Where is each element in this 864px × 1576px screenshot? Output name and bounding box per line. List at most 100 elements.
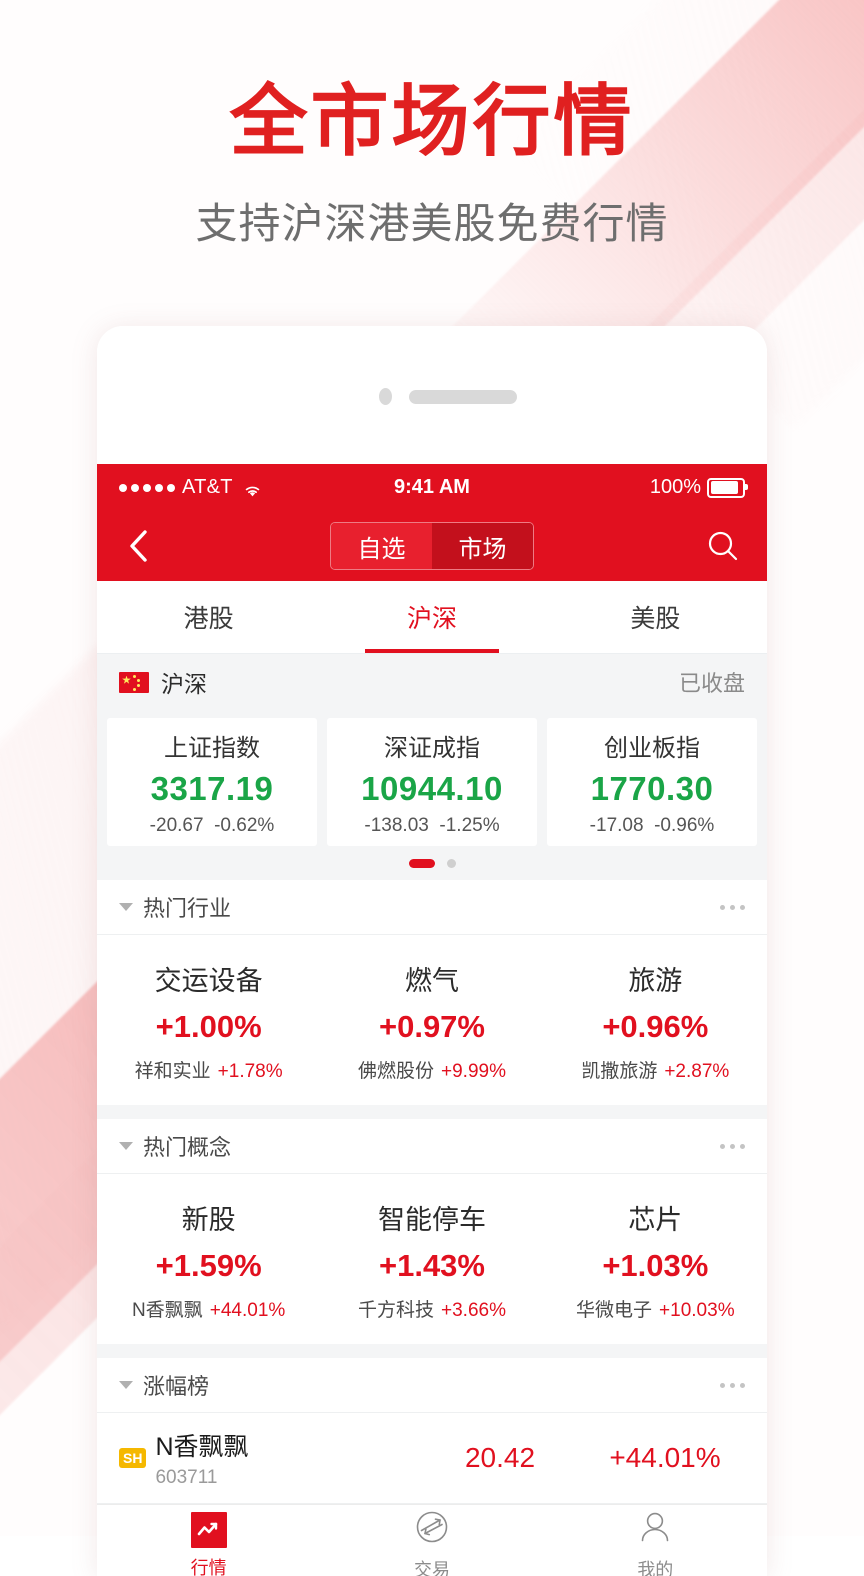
concept-lead-stock: 千方科技 +3.66%: [358, 1295, 506, 1322]
index-value: 1770.30: [591, 770, 714, 808]
concept-name: 芯片: [628, 1198, 682, 1237]
promo-headline: 全市场行情: [0, 82, 864, 160]
industry-cell[interactable]: 交运设备 +1.00% 祥和实业+1.78%: [97, 959, 320, 1083]
stock-name: N香飘飘: [155, 1427, 248, 1463]
more-dots-icon[interactable]: [720, 1144, 745, 1149]
index-card[interactable]: 创业板指 1770.30 -17.08 -0.96%: [547, 718, 757, 846]
section-header-industries[interactable]: 热门行业: [97, 880, 767, 935]
section-title: 热门行业: [143, 891, 231, 923]
nav-bar: 自选 市场: [97, 511, 767, 581]
concept-cell[interactable]: 智能停车 +1.43% 千方科技+3.66%: [320, 1198, 543, 1322]
segment-market[interactable]: 市场: [432, 523, 533, 569]
section-divider: [97, 1344, 767, 1358]
industry-cell[interactable]: 旅游 +0.96% 凯撒旅游+2.87%: [544, 959, 767, 1083]
index-change-pct: -0.62%: [214, 815, 274, 836]
tab-trade[interactable]: 交易: [320, 1505, 543, 1576]
industry-lead-stock: 佛燃股份 +9.99%: [358, 1056, 506, 1083]
index-name: 创业板指: [604, 728, 700, 763]
lead-stock-percent: +9.99%: [441, 1061, 506, 1082]
index-change: -17.08 -0.96%: [590, 815, 715, 837]
front-camera-icon: [379, 388, 392, 405]
concept-grid: 新股 +1.59% N香飘飘+44.01% 智能停车 +1.43% 千方科技+3…: [97, 1174, 767, 1344]
lead-stock-name: 凯撒旅游: [581, 1061, 657, 1082]
section-header-gainers[interactable]: 涨幅榜: [97, 1358, 767, 1413]
concept-cell[interactable]: 新股 +1.59% N香飘飘+44.01%: [97, 1198, 320, 1322]
tab-label: 交易: [414, 1556, 450, 1576]
concept-percent: +1.03%: [602, 1248, 708, 1284]
lead-stock-name: 祥和实业: [135, 1061, 211, 1082]
status-bar-right: 100%: [650, 476, 745, 499]
concept-cell[interactable]: 芯片 +1.03% 华微电子+10.03%: [544, 1198, 767, 1322]
index-section-title: 沪深: [161, 665, 207, 699]
exchange-badge: SH: [119, 1448, 146, 1468]
bottom-tab-bar[interactable]: 行情 交易 我的: [97, 1504, 767, 1576]
exchange-circle-icon: [414, 1509, 450, 1550]
tab-quotes[interactable]: 行情: [97, 1505, 320, 1576]
index-change-abs: -17.08: [590, 815, 644, 836]
carousel-pagination[interactable]: [97, 846, 767, 880]
index-change: -138.03 -1.25%: [364, 815, 499, 837]
index-change-abs: -138.03: [364, 815, 428, 836]
index-name: 上证指数: [164, 728, 260, 763]
lead-stock-name: N香飘飘: [132, 1300, 203, 1321]
wifi-icon: [243, 481, 262, 495]
industry-cell[interactable]: 燃气 +0.97% 佛燃股份+9.99%: [320, 959, 543, 1083]
index-change-pct: -0.96%: [654, 815, 714, 836]
chart-line-icon: [191, 1512, 227, 1548]
index-card[interactable]: 深证成指 10944.10 -138.03 -1.25%: [327, 718, 537, 846]
tab-us-stocks[interactable]: 美股: [544, 581, 767, 653]
battery-percent-label: 100%: [650, 476, 701, 499]
tab-a-shares[interactable]: 沪深: [320, 581, 543, 653]
lead-stock-percent: +1.78%: [218, 1061, 283, 1082]
concept-name: 新股: [182, 1198, 236, 1237]
stock-identity: N香飘飘 603711: [155, 1427, 248, 1489]
industry-name: 交运设备: [155, 959, 263, 998]
section-title: 热门概念: [143, 1130, 231, 1162]
market-tab-bar[interactable]: 港股 沪深 美股: [97, 581, 767, 654]
signal-strength-icon: [119, 484, 175, 492]
earpiece-speaker: [409, 390, 517, 404]
more-dots-icon[interactable]: [720, 1383, 745, 1388]
stock-code: 603711: [155, 1467, 248, 1489]
phone-top-bezel: [97, 326, 767, 464]
chevron-left-icon[interactable]: [121, 529, 155, 563]
stock-price: 20.42: [415, 1442, 585, 1474]
lead-stock-percent: +2.87%: [664, 1061, 729, 1082]
table-row[interactable]: SH N香飘飘 603711 20.42 +44.01%: [97, 1413, 767, 1504]
index-name: 深证成指: [384, 728, 480, 763]
index-change: -20.67 -0.62%: [150, 815, 275, 837]
promo-text-block: 全市场行情 支持沪深港美股免费行情: [0, 0, 864, 245]
pagination-dot-active[interactable]: [409, 859, 435, 868]
industry-percent: +0.97%: [379, 1009, 485, 1045]
lead-stock-percent: +10.03%: [659, 1300, 735, 1321]
search-icon[interactable]: [703, 526, 743, 566]
more-dots-icon[interactable]: [720, 905, 745, 910]
tab-profile[interactable]: 我的: [544, 1505, 767, 1576]
person-icon: [637, 1509, 673, 1550]
china-flag-icon: [119, 672, 149, 693]
index-card-carousel[interactable]: 上证指数 3317.19 -20.67 -0.62% 深证成指 10944.10…: [97, 710, 767, 846]
index-value: 3317.19: [151, 770, 274, 808]
industry-lead-stock: 凯撒旅游 +2.87%: [581, 1056, 729, 1083]
tab-label: 行情: [191, 1554, 227, 1576]
segmented-control[interactable]: 自选 市场: [330, 522, 534, 570]
collapse-triangle-icon[interactable]: [119, 903, 133, 911]
section-header-concepts[interactable]: 热门概念: [97, 1119, 767, 1174]
concept-percent: +1.59%: [156, 1248, 262, 1284]
battery-icon: [707, 478, 745, 498]
carrier-label: AT&T: [182, 476, 233, 499]
lead-stock-name: 千方科技: [358, 1300, 434, 1321]
status-bar: AT&T 9:41 AM 100%: [97, 464, 767, 511]
status-bar-left: AT&T: [119, 476, 262, 499]
collapse-triangle-icon[interactable]: [119, 1142, 133, 1150]
segment-watchlist[interactable]: 自选: [331, 523, 432, 569]
pagination-dot[interactable]: [447, 859, 456, 868]
concept-name: 智能停车: [378, 1198, 486, 1237]
lead-stock-name: 佛燃股份: [358, 1061, 434, 1082]
lead-stock-percent: +3.66%: [441, 1300, 506, 1321]
promo-subheadline: 支持沪深港美股免费行情: [0, 203, 864, 245]
tab-hk-stocks[interactable]: 港股: [97, 581, 320, 653]
market-status-label: 已收盘: [679, 666, 745, 698]
index-card[interactable]: 上证指数 3317.19 -20.67 -0.62%: [107, 718, 317, 846]
collapse-triangle-icon[interactable]: [119, 1381, 133, 1389]
